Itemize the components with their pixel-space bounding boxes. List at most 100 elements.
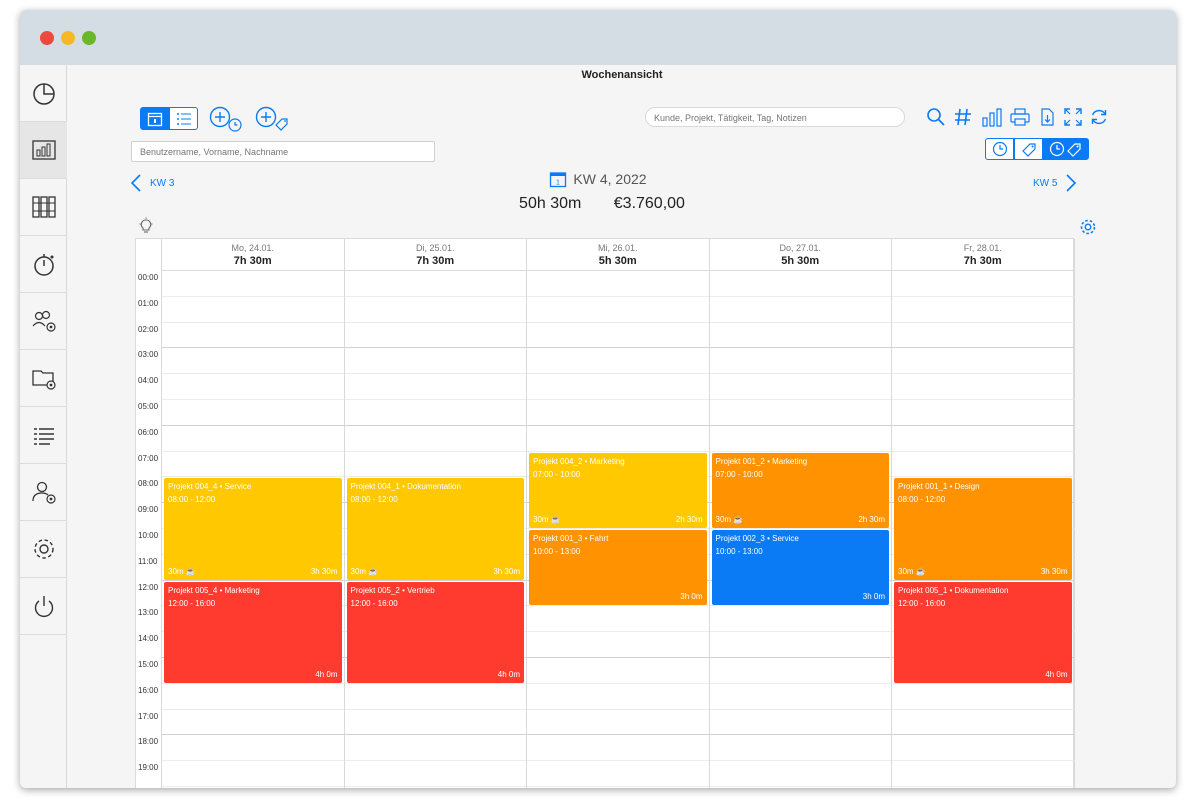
hour-slot[interactable]	[162, 426, 344, 452]
hour-slot[interactable]	[344, 761, 526, 787]
hour-slot[interactable]	[709, 348, 891, 375]
hour-slot[interactable]	[527, 632, 709, 658]
hour-slot[interactable]	[344, 684, 526, 710]
time-entry[interactable]: Projekt 001_1 • Design 08:00 - 12:00 3h 30…	[894, 478, 1072, 580]
fullscreen-button[interactable]	[1062, 106, 1084, 128]
hour-slot[interactable]	[892, 426, 1074, 452]
zoom-window-button[interactable]	[82, 31, 96, 45]
hour-slot[interactable]	[892, 271, 1074, 297]
hour-slot[interactable]	[709, 632, 891, 658]
hour-slot[interactable]	[344, 271, 526, 297]
hour-slot[interactable]	[162, 348, 344, 375]
time-entry[interactable]: Projekt 004_2 • Marketing 07:00 - 10:00 2h…	[529, 452, 707, 528]
tips-button[interactable]	[137, 217, 155, 235]
filter-time-button[interactable]	[985, 138, 1014, 160]
hour-slot[interactable]	[709, 658, 891, 684]
time-entry[interactable]: Projekt 004_1 • Dokumentation 08:00 - 12:…	[346, 478, 524, 580]
time-entry[interactable]: Projekt 001_2 • Marketing 07:00 - 10:00 2h…	[711, 452, 889, 528]
time-entry[interactable]: Projekt 001_3 • Fahrt 10:00 - 13:00 3h 0m	[529, 530, 707, 606]
hour-slot[interactable]	[162, 297, 344, 323]
hour-slot[interactable]	[162, 761, 344, 787]
hour-slot[interactable]	[892, 452, 1074, 478]
hour-slot[interactable]	[344, 735, 526, 762]
sidebar-item-logout[interactable]	[20, 578, 67, 635]
hour-slot[interactable]	[709, 606, 891, 633]
hour-slot[interactable]	[344, 400, 526, 426]
hour-slot[interactable]	[344, 297, 526, 323]
hour-slot[interactable]	[709, 323, 891, 349]
hour-slot[interactable]	[527, 735, 709, 762]
hour-slot[interactable]	[892, 735, 1074, 762]
sidebar-item-account[interactable]	[20, 464, 67, 521]
statistics-button[interactable]	[980, 106, 1004, 128]
hour-slot[interactable]	[892, 400, 1074, 426]
hour-slot[interactable]	[162, 735, 344, 762]
hour-slot[interactable]	[527, 348, 709, 375]
search-field[interactable]	[645, 107, 905, 127]
hour-slot[interactable]	[527, 606, 709, 633]
hour-slot[interactable]	[527, 297, 709, 323]
sidebar-item-timer[interactable]	[20, 236, 67, 293]
time-entry[interactable]: Projekt 005_2 • Vertrieb 12:00 - 16:00 4h …	[346, 581, 524, 683]
hour-slot[interactable]	[709, 297, 891, 323]
hour-slot[interactable]	[527, 323, 709, 349]
hour-slot[interactable]	[527, 426, 709, 452]
sidebar-item-settings[interactable]	[20, 521, 67, 578]
calendar-view-button[interactable]	[140, 107, 169, 130]
hour-slot[interactable]	[527, 271, 709, 297]
hour-slot[interactable]	[527, 374, 709, 400]
hour-slot[interactable]	[162, 323, 344, 349]
hour-slot[interactable]	[892, 684, 1074, 710]
list-view-button[interactable]	[169, 107, 198, 130]
user-filter-input[interactable]	[132, 142, 434, 162]
tag-filter-button[interactable]	[952, 106, 974, 128]
hour-slot[interactable]	[709, 426, 891, 452]
sidebar-item-team[interactable]	[20, 293, 67, 350]
hour-slot[interactable]	[709, 684, 891, 710]
hour-slot[interactable]	[344, 374, 526, 400]
sidebar-item-reports[interactable]	[20, 122, 67, 179]
hour-slot[interactable]	[892, 323, 1074, 349]
hour-slot[interactable]	[527, 658, 709, 684]
hour-slot[interactable]	[892, 761, 1074, 787]
hour-slot[interactable]	[344, 323, 526, 349]
hour-slot[interactable]	[162, 452, 344, 478]
hour-slot[interactable]	[709, 761, 891, 787]
sidebar-item-archive[interactable]	[20, 179, 67, 236]
time-entry[interactable]: Projekt 005_4 • Marketing 12:00 - 16:00 4h…	[164, 581, 342, 683]
refresh-button[interactable]	[1088, 106, 1110, 128]
filter-all-button[interactable]	[1043, 138, 1089, 160]
week-selector[interactable]: 1 KW 4, 2022	[549, 170, 647, 188]
hour-slot[interactable]	[527, 400, 709, 426]
sidebar-item-projects[interactable]	[20, 350, 67, 407]
user-filter-field[interactable]	[131, 141, 435, 162]
minimize-window-button[interactable]	[61, 31, 75, 45]
hour-slot[interactable]	[709, 735, 891, 762]
calendar-settings-button[interactable]	[1078, 217, 1098, 237]
hour-slot[interactable]	[162, 684, 344, 710]
search-button[interactable]	[925, 106, 947, 128]
hour-slot[interactable]	[162, 374, 344, 400]
hour-slot[interactable]	[162, 271, 344, 297]
sidebar-item-dashboard[interactable]	[20, 65, 67, 122]
hour-slot[interactable]	[344, 452, 526, 478]
hour-slot[interactable]	[709, 400, 891, 426]
sidebar-item-tasks[interactable]	[20, 407, 67, 464]
time-entry[interactable]: Projekt 002_3 • Service 10:00 - 13:00 3h 0…	[711, 530, 889, 606]
time-entry[interactable]: Projekt 004_4 • Service 08:00 - 12:00 3h 3…	[164, 478, 342, 580]
export-button[interactable]	[1036, 106, 1058, 128]
hour-slot[interactable]	[709, 710, 891, 736]
add-expense-button[interactable]	[254, 105, 290, 133]
search-input[interactable]	[646, 109, 904, 127]
hour-slot[interactable]	[892, 374, 1074, 400]
hour-slot[interactable]	[527, 761, 709, 787]
close-window-button[interactable]	[40, 31, 54, 45]
hour-slot[interactable]	[162, 710, 344, 736]
hour-slot[interactable]	[344, 426, 526, 452]
hour-slot[interactable]	[344, 710, 526, 736]
hour-slot[interactable]	[709, 271, 891, 297]
hour-slot[interactable]	[892, 297, 1074, 323]
print-button[interactable]	[1008, 106, 1032, 128]
add-time-entry-button[interactable]	[208, 105, 244, 133]
hour-slot[interactable]	[892, 710, 1074, 736]
